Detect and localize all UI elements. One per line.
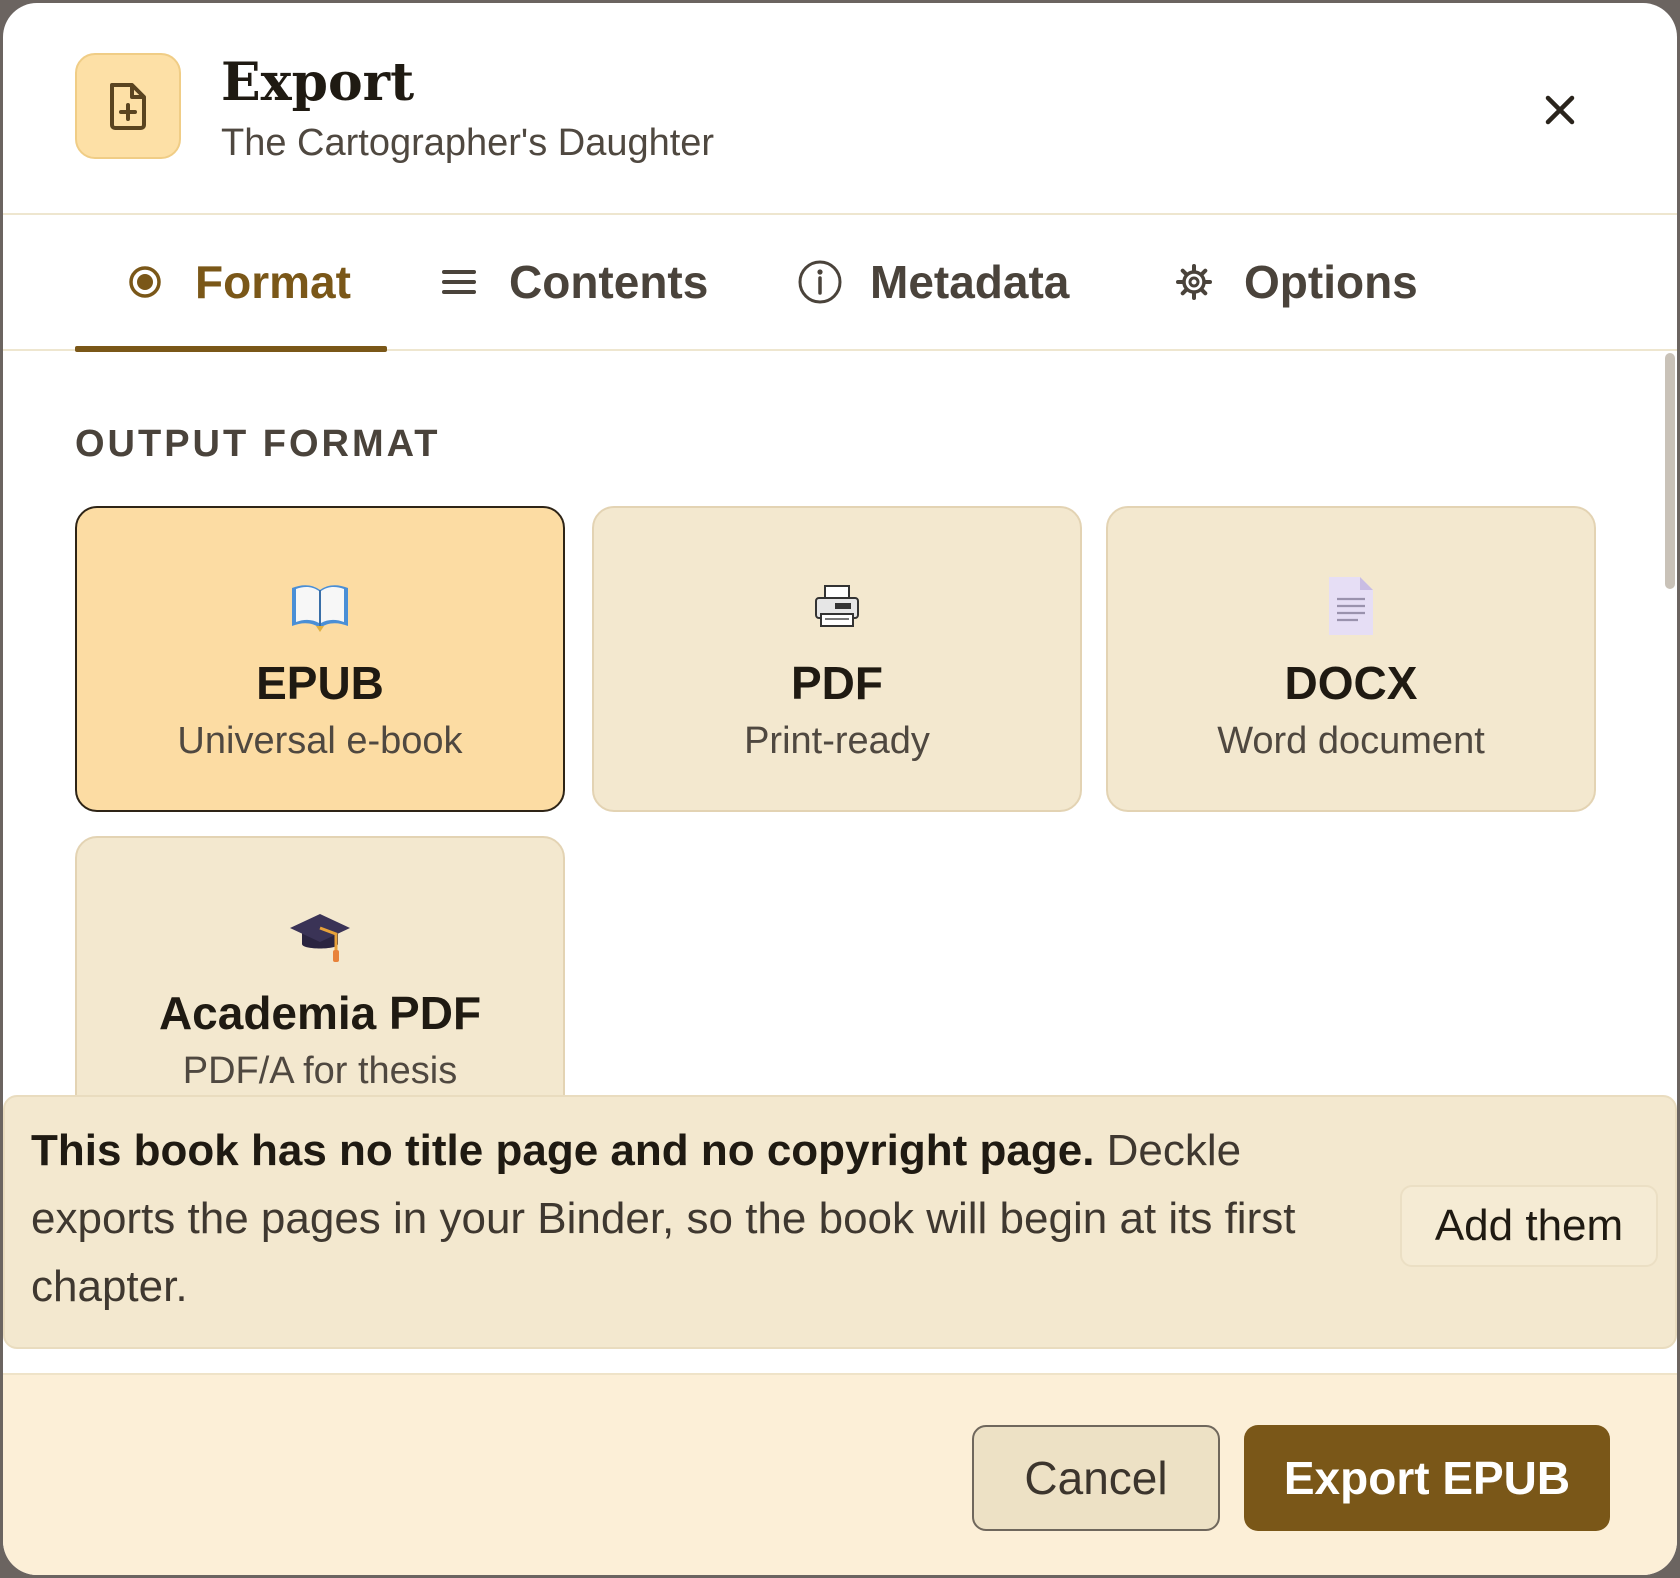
format-card-academia-pdf[interactable]: Academia PDF PDF/A for thesis bbox=[75, 836, 565, 1097]
gear-icon bbox=[1170, 258, 1218, 306]
dialog-footer: Cancel Export EPUB bbox=[3, 1373, 1677, 1575]
cancel-button[interactable]: Cancel bbox=[972, 1425, 1220, 1531]
dialog-title: Export bbox=[221, 52, 415, 113]
tab-contents-label: Contents bbox=[509, 256, 709, 308]
info-icon bbox=[796, 258, 844, 306]
format-panel: OUTPUT FORMAT EPUB Universal e-book PDF … bbox=[3, 351, 1677, 1097]
open-book-icon bbox=[77, 576, 563, 636]
format-card-docx[interactable]: DOCX Word document bbox=[1106, 506, 1596, 812]
tab-options[interactable]: Options bbox=[1170, 215, 1418, 349]
format-name: DOCX bbox=[1284, 657, 1418, 709]
format-description: Universal e-book bbox=[177, 720, 463, 762]
add-them-button[interactable]: Add them bbox=[1400, 1185, 1658, 1267]
format-card-epub[interactable]: EPUB Universal e-book bbox=[75, 506, 565, 812]
tab-contents[interactable]: Contents bbox=[435, 215, 708, 349]
file-plus-icon bbox=[75, 53, 181, 159]
close-button[interactable] bbox=[1533, 83, 1587, 137]
tab-metadata[interactable]: Metadata bbox=[796, 215, 1069, 349]
banner-bold-text: This book has no title page and no copyr… bbox=[31, 1126, 1095, 1175]
format-description: PDF/A for thesis bbox=[182, 1050, 458, 1092]
book-title: The Cartographer's Daughter bbox=[221, 122, 715, 164]
format-name: EPUB bbox=[256, 657, 384, 709]
tab-format[interactable]: Format bbox=[121, 215, 351, 349]
printer-icon bbox=[594, 576, 1080, 636]
radio-icon bbox=[121, 258, 169, 306]
graduation-cap-icon bbox=[77, 906, 563, 966]
tab-bar: Format Contents Metadata Options bbox=[3, 215, 1677, 352]
format-name: PDF bbox=[791, 657, 883, 709]
format-description: Word document bbox=[1217, 720, 1485, 762]
scrollbar[interactable] bbox=[1665, 353, 1675, 589]
close-icon bbox=[1545, 95, 1575, 125]
export-button[interactable]: Export EPUB bbox=[1244, 1425, 1610, 1531]
tab-format-label: Format bbox=[195, 256, 351, 308]
format-description: Print-ready bbox=[744, 720, 930, 762]
format-card-pdf[interactable]: PDF Print-ready bbox=[592, 506, 1082, 812]
document-icon bbox=[1108, 576, 1594, 636]
section-label: OUTPUT FORMAT bbox=[75, 423, 441, 465]
dialog-header: Export The Cartographer's Daughter bbox=[3, 3, 1677, 215]
format-name: Academia PDF bbox=[158, 987, 482, 1039]
tab-metadata-label: Metadata bbox=[870, 256, 1070, 308]
list-icon bbox=[435, 258, 483, 306]
tab-options-label: Options bbox=[1244, 256, 1418, 308]
missing-pages-banner: This book has no title page and no copyr… bbox=[3, 1095, 1677, 1349]
banner-message: This book has no title page and no copyr… bbox=[31, 1117, 1351, 1321]
